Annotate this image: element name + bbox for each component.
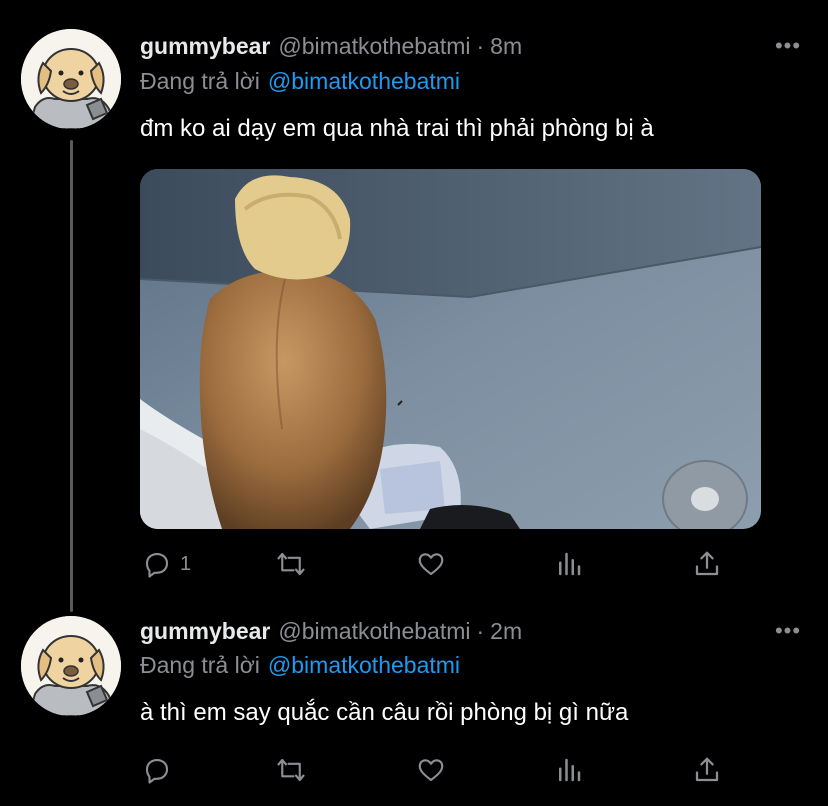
- analytics-button[interactable]: [554, 544, 584, 584]
- user-handle[interactable]: @bimatkothebatmi: [278, 618, 470, 645]
- reply-button[interactable]: 1: [142, 544, 191, 584]
- tweet-actions: [140, 750, 760, 790]
- analytics-icon: [559, 758, 581, 782]
- avatar[interactable]: [21, 616, 121, 716]
- tweet-actions: 1: [140, 544, 760, 584]
- reply-icon: [145, 552, 169, 578]
- dog-avatar-icon: [21, 616, 121, 716]
- more-icon: •••: [774, 33, 802, 58]
- user-handle[interactable]: @bimatkothebatmi: [278, 33, 470, 60]
- tweet-photo[interactable]: [140, 169, 761, 529]
- tweet-header: gummybear @bimatkothebatmi · 2m: [140, 615, 522, 647]
- tweet-text: đm ko ai dạy em qua nhà trai thì phải ph…: [140, 115, 654, 142]
- display-name[interactable]: gummybear: [140, 618, 270, 645]
- thread-connector-line: [70, 140, 73, 612]
- like-button[interactable]: [416, 750, 446, 790]
- display-name[interactable]: gummybear: [140, 33, 270, 60]
- dog-avatar-icon: [21, 29, 121, 129]
- more-options-button[interactable]: •••: [770, 617, 806, 645]
- share-icon: [695, 757, 719, 782]
- retweet-button[interactable]: [276, 544, 306, 584]
- retweet-icon: [277, 758, 305, 782]
- timestamp[interactable]: 8m: [490, 33, 522, 60]
- retweet-icon: [277, 552, 305, 576]
- more-options-button[interactable]: •••: [770, 32, 806, 60]
- replying-to-label: Đang trả lời: [140, 651, 260, 678]
- tweet-text: à thì em say quắc cần câu rồi phòng bị g…: [140, 699, 629, 726]
- timestamp[interactable]: 2m: [490, 618, 522, 645]
- replying-to: Đang trả lời @bimatkothebatmi: [140, 649, 460, 681]
- replying-to-mention[interactable]: @bimatkothebatmi: [268, 68, 460, 95]
- avatar[interactable]: [21, 29, 121, 129]
- share-button[interactable]: [692, 750, 722, 790]
- like-icon: [418, 553, 444, 576]
- like-button[interactable]: [416, 544, 446, 584]
- replying-to: Đang trả lời @bimatkothebatmi: [140, 65, 460, 97]
- replying-to-label: Đang trả lời: [140, 67, 260, 94]
- share-icon: [695, 551, 719, 576]
- photo-image: [140, 169, 761, 529]
- tweet-header: gummybear @bimatkothebatmi · 8m: [140, 30, 522, 62]
- reply-icon: [145, 758, 169, 784]
- analytics-button[interactable]: [554, 750, 584, 790]
- reply-count: 1: [180, 552, 192, 575]
- reply-button[interactable]: [142, 750, 180, 790]
- separator-dot: ·: [476, 32, 485, 59]
- more-icon: •••: [774, 618, 802, 643]
- replying-to-mention[interactable]: @bimatkothebatmi: [268, 652, 460, 679]
- analytics-icon: [559, 552, 581, 576]
- share-button[interactable]: [692, 544, 722, 584]
- like-icon: [418, 759, 444, 782]
- separator-dot: ·: [476, 617, 485, 644]
- retweet-button[interactable]: [276, 750, 306, 790]
